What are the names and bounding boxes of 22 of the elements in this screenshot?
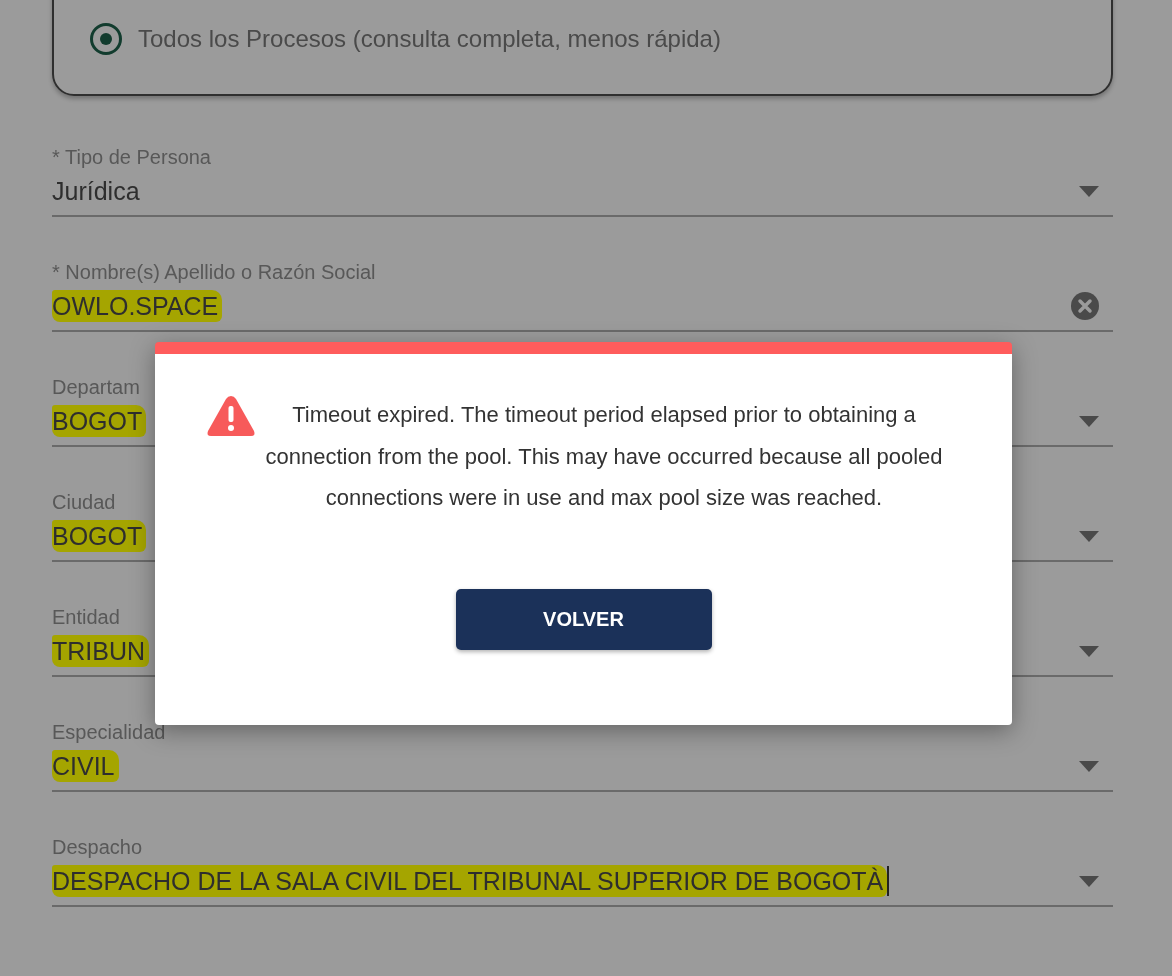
field-label: * Nombre(s) Apellido o Razón Social: [52, 260, 376, 284]
dropdown-field[interactable]: Jurídica: [52, 169, 1113, 217]
field-label: * Tipo de Persona: [52, 145, 211, 169]
radio-button[interactable]: [90, 23, 122, 55]
input-field[interactable]: OWLO.SPACE: [52, 284, 1113, 332]
dropdown-caret-icon[interactable]: [1079, 645, 1099, 657]
radio-label: Todos los Procesos (consulta completa, menos rápida): [138, 25, 721, 53]
clear-icon[interactable]: [1071, 292, 1099, 320]
field-label: Ciudad: [52, 490, 116, 514]
dropdown-caret-icon[interactable]: [1079, 760, 1099, 772]
dropdown-caret-icon[interactable]: [1079, 415, 1099, 427]
back-button[interactable]: VOLVER: [455, 588, 712, 650]
field-label: Departam: [52, 375, 140, 399]
field-label: Entidad: [52, 605, 120, 629]
error-message: Timeout expired. The timeout period elapsed prior to obtaining a connection from the pool. This may have occurred because all pooled connections were in use and max pool size was reached.: [264, 401, 944, 512]
field-label: Especialidad: [52, 720, 166, 744]
dropdown-caret-icon[interactable]: [1079, 185, 1099, 197]
dropdown-caret-icon[interactable]: [1079, 530, 1099, 542]
dropdown-caret-icon[interactable]: [1079, 875, 1099, 887]
field-label: Despacho: [52, 835, 143, 859]
dropdown-field[interactable]: CIVIL: [52, 744, 1113, 792]
warning-icon: [206, 394, 256, 438]
